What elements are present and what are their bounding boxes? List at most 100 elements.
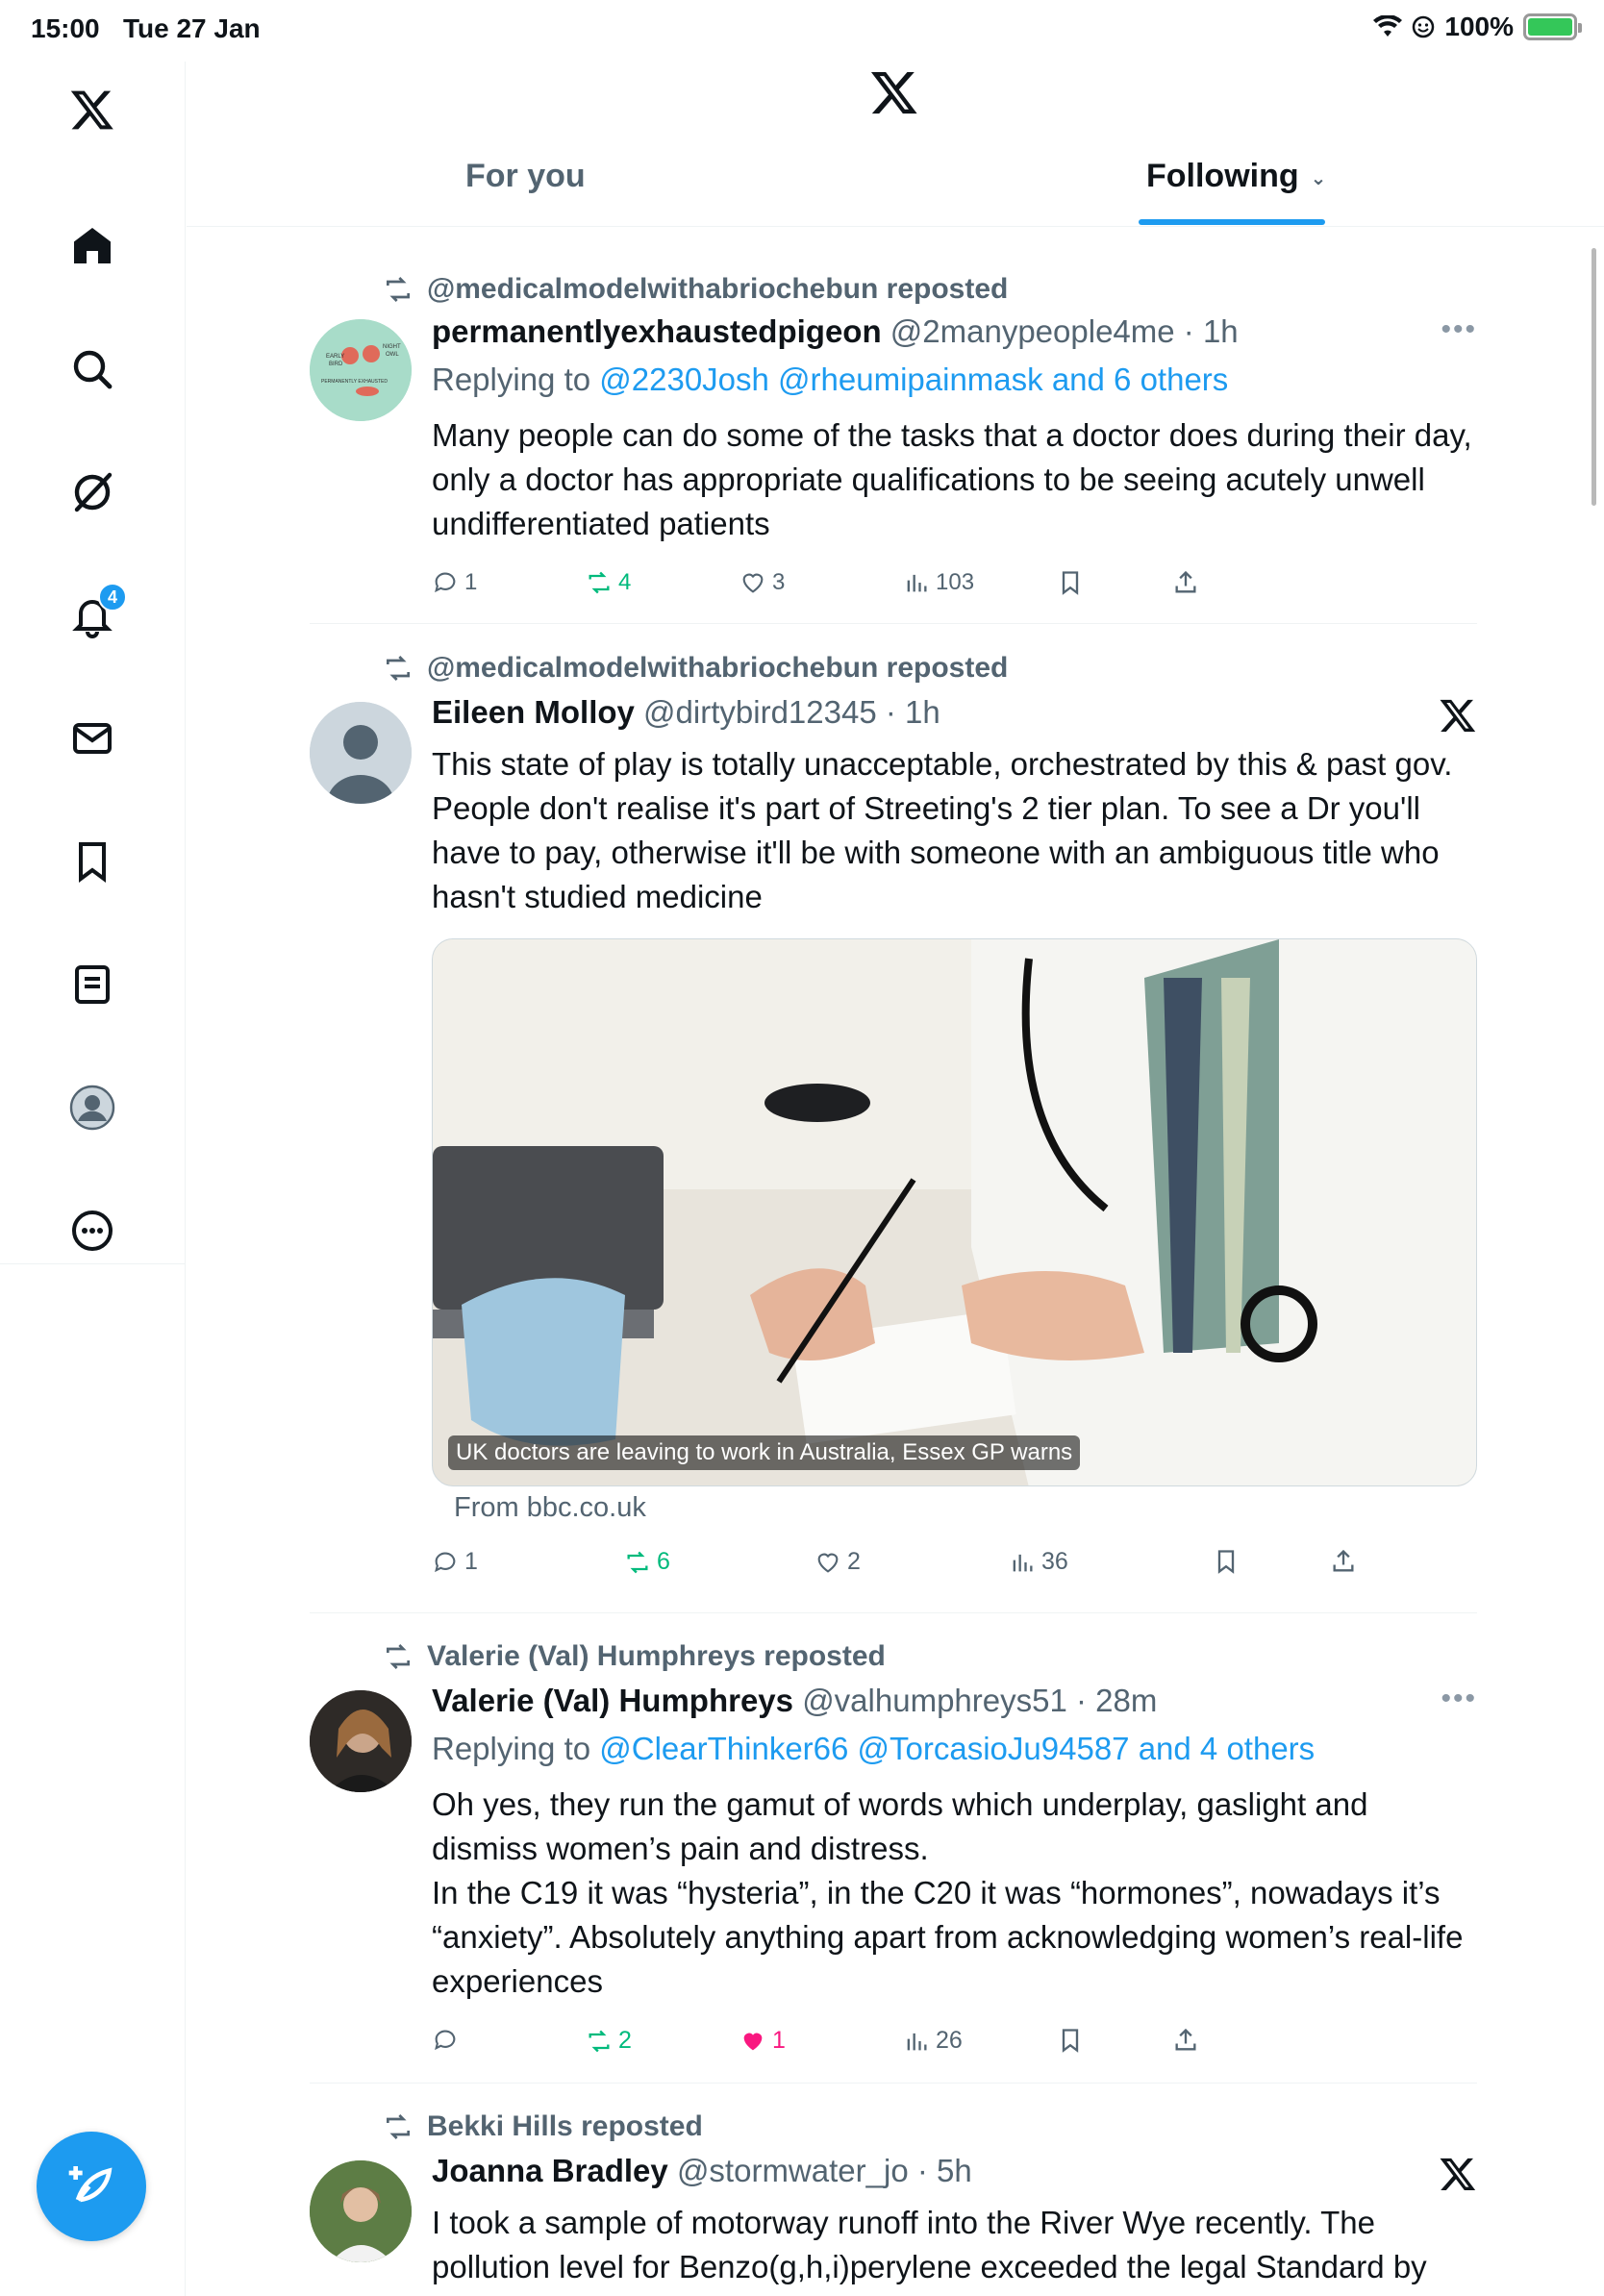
nav-notifications-icon[interactable]: 4 (63, 583, 127, 644)
post[interactable]: Bekki Hills reposted Joanna Bradley @sto… (310, 2110, 1477, 2296)
share-button[interactable] (1172, 569, 1199, 596)
wifi-icon (1373, 15, 1403, 37)
link-card-source[interactable]: From bbc.co.uk (454, 1492, 646, 1524)
bookmark-button[interactable] (1057, 569, 1084, 596)
like-count: 3 (772, 569, 786, 595)
active-tab-indicator (1139, 219, 1325, 225)
focus-smile-icon (1413, 15, 1435, 38)
post-text: Oh yes, they run the gamut of words whic… (432, 1786, 1464, 1999)
reply-button[interactable] (432, 2027, 459, 2054)
view-count: 26 (936, 2027, 963, 2054)
post-header: Joanna Bradley @stormwater_jo · 5h (432, 2153, 972, 2189)
author-handle[interactable]: @stormwater_jo (677, 2153, 909, 2188)
avatar[interactable] (310, 2160, 412, 2262)
views-button[interactable]: 36 (1009, 1548, 1068, 1576)
repost-icon (627, 1551, 648, 1573)
nav-grok-icon[interactable] (63, 463, 121, 521)
avatar[interactable] (310, 702, 412, 804)
repost-icon (589, 2030, 610, 2052)
post[interactable]: @medicalmodelwithabriochebun reposted Ei… (310, 652, 1477, 1604)
user-photo-avatar (310, 2160, 412, 2262)
avatar[interactable] (310, 1690, 412, 1792)
repost-count: 2 (618, 2027, 632, 2054)
nav-lists-icon[interactable] (63, 956, 121, 1013)
author-handle[interactable]: @valhumphreys51 (802, 1683, 1067, 1718)
author-name[interactable]: permanentlyexhaustedpigeon (432, 313, 882, 349)
svg-text:OWL: OWL (386, 352, 399, 358)
post-header: Eileen Molloy @dirtybird12345 · 1h (432, 694, 940, 731)
share-icon (1175, 570, 1196, 593)
view-count: 36 (1041, 1548, 1068, 1575)
post-time: · 1h (885, 694, 940, 730)
reply-icon (435, 2030, 456, 2051)
post[interactable]: Valerie (Val) Humphreys reposted Valerie… (310, 1640, 1477, 2073)
x-logo-icon[interactable] (63, 81, 121, 138)
post-text: Many people can do some of the tasks tha… (432, 417, 1472, 541)
author-handle[interactable]: @dirtybird12345 (643, 694, 877, 730)
repost-count: 6 (657, 1548, 670, 1575)
battery-icon (1523, 13, 1582, 40)
post-header: permanentlyexhaustedpigeon @2manypeople4… (432, 313, 1239, 350)
more-options-icon[interactable]: ••• (1441, 313, 1477, 346)
author-name[interactable]: Eileen Molloy (432, 694, 635, 730)
bookmark-button[interactable] (1057, 2027, 1084, 2054)
post-header: Valerie (Val) Humphreys @valhumphreys51 … (432, 1683, 1157, 1719)
chevron-down-icon[interactable]: ⌄ (1311, 166, 1327, 190)
views-icon (907, 2033, 927, 2050)
like-button[interactable]: 2 (815, 1548, 861, 1576)
feather-plus-icon (68, 2166, 113, 2203)
share-icon (1175, 2028, 1196, 2051)
replying-to-link[interactable]: @ClearThinker66 @TorcasioJu94587 and 4 o… (599, 1731, 1315, 1766)
share-button[interactable] (1330, 1548, 1357, 1575)
compose-post-button[interactable] (37, 2132, 146, 2241)
views-button[interactable]: 26 (903, 2027, 963, 2055)
share-button[interactable] (1172, 2027, 1199, 2054)
bookmark-button[interactable] (1213, 1548, 1240, 1575)
repost-button[interactable]: 6 (624, 1548, 670, 1576)
heart-icon (742, 573, 764, 593)
repost-icon (589, 571, 610, 594)
more-options-icon[interactable]: ••• (1441, 1683, 1477, 1715)
like-button[interactable]: 3 (739, 569, 785, 596)
nav-bookmarks-icon[interactable] (63, 833, 121, 890)
post-divider (310, 1612, 1477, 1613)
nav-messages-icon[interactable] (63, 710, 121, 767)
repost-context-text: @medicalmodelwithabriochebun reposted (427, 652, 1009, 684)
repost-button[interactable]: 4 (586, 569, 631, 596)
repost-icon (387, 2114, 410, 2139)
avatar[interactable]: EARLY BIRD NIGHT OWL PERMANENTLY EXHAUST… (310, 319, 412, 421)
user-photo-avatar (310, 1690, 412, 1792)
views-button[interactable]: 103 (903, 569, 974, 596)
replying-to-link[interactable]: @2230Josh @rheumipainmask and 6 others (599, 362, 1228, 397)
repost-context: @medicalmodelwithabriochebun reposted (383, 652, 1008, 685)
like-button[interactable]: 1 (739, 2027, 786, 2055)
svg-text:NIGHT: NIGHT (383, 344, 401, 350)
notifications-badge: 4 (98, 583, 127, 611)
scrollbar[interactable] (1591, 248, 1596, 506)
author-name[interactable]: Joanna Bradley (432, 2153, 668, 2188)
reply-button[interactable]: 1 (432, 1548, 478, 1576)
replying-to: Replying to @2230Josh @rheumipainmask an… (432, 362, 1228, 398)
like-count: 1 (772, 2027, 786, 2054)
nav-profile-icon[interactable] (63, 1079, 121, 1136)
author-name[interactable]: Valerie (Val) Humphreys (432, 1683, 793, 1718)
x-logo-icon[interactable] (1439, 696, 1477, 735)
tab-for-you[interactable]: For you (465, 158, 586, 195)
repost-icon (387, 656, 410, 681)
post[interactable]: @medicalmodelwithabriochebun reposted EA… (310, 269, 1477, 615)
nav-search-icon[interactable] (63, 340, 121, 398)
views-icon (1013, 1554, 1033, 1571)
status-date: Tue 27 Jan (123, 13, 261, 43)
repost-button[interactable]: 2 (586, 2027, 632, 2055)
bookmark-icon (1217, 1550, 1235, 1574)
x-logo-icon[interactable] (1439, 2155, 1477, 2193)
author-handle[interactable]: @2manypeople4me (890, 313, 1175, 349)
doctor-writing-photo (433, 939, 1476, 1485)
reply-button[interactable]: 1 (432, 569, 477, 596)
tab-following[interactable]: Following ⌄ (1146, 158, 1326, 195)
link-card-image[interactable]: UK doctors are leaving to work in Austra… (432, 938, 1477, 1486)
nav-more-icon[interactable] (63, 1202, 121, 1260)
replying-to-label: Replying to (432, 362, 600, 397)
post-actions: 1 4 3 103 (432, 569, 1477, 608)
nav-home-icon[interactable] (63, 217, 121, 275)
